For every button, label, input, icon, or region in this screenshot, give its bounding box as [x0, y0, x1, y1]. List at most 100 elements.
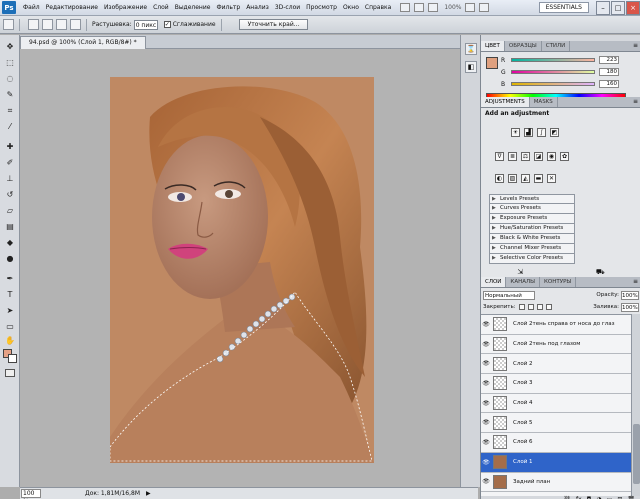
menu-image[interactable]: Изображение — [101, 0, 150, 16]
fill-input[interactable]: 100% — [621, 302, 639, 312]
close-button[interactable]: × — [626, 0, 640, 15]
layer-row[interactable]: 👁 Задний план — [481, 473, 631, 493]
subtract-selection-icon[interactable] — [56, 19, 67, 30]
smoothing-checkbox[interactable]: ✓ — [163, 21, 171, 28]
color-foreground-swatch[interactable] — [486, 57, 498, 69]
lock-all-icon[interactable] — [545, 304, 552, 310]
green-slider[interactable] — [511, 70, 595, 74]
preset-selective-color[interactable]: ▶ Selective Color Presets — [489, 254, 575, 264]
bridge-icon[interactable] — [400, 3, 411, 12]
preset-hue-saturation[interactable]: ▶ Hue/Saturation Presets — [489, 224, 575, 234]
gradient-map-icon[interactable]: ▬ — [534, 174, 543, 183]
layers-scrollbar-thumb[interactable] — [633, 424, 640, 484]
tab-adjustments[interactable]: ADJUSTMENTS — [481, 97, 530, 107]
opacity-input[interactable]: 100% — [621, 290, 639, 300]
preset-levels[interactable]: ▶ Levels Presets — [489, 194, 575, 204]
arrange-documents-icon[interactable] — [465, 3, 476, 12]
clip-icon[interactable]: ⇲ — [517, 268, 523, 277]
curves-icon[interactable]: ∫ — [537, 128, 546, 137]
menu-window[interactable]: Окно — [340, 0, 362, 16]
layer-row[interactable]: 👁 Слой 5 — [481, 413, 631, 434]
eye-icon[interactable]: 👁 — [481, 459, 491, 466]
green-value-input[interactable]: 180 — [599, 68, 619, 76]
hue-saturation-icon[interactable]: ≣ — [508, 152, 517, 161]
panel-menu-icon[interactable]: ≡ — [633, 278, 638, 285]
tab-color[interactable]: ЦВЕТ — [481, 41, 505, 51]
menu-view[interactable]: Просмотр — [303, 0, 340, 16]
hand-tool-icon[interactable]: ✋ — [4, 335, 16, 347]
essentials-button[interactable]: ESSENTIALS — [538, 2, 589, 13]
crop-tool-icon[interactable]: ⌗ — [4, 105, 16, 117]
tab-swatches[interactable]: ОБРАЗЦЫ — [505, 41, 542, 51]
layer-row[interactable]: 👁 Слой 2 — [481, 354, 631, 375]
levels-icon[interactable]: ▟ — [524, 128, 533, 137]
lock-pixels-icon[interactable] — [527, 304, 534, 310]
menu-help[interactable]: Справка — [362, 0, 394, 16]
navigator-panel-icon[interactable]: ◧ — [465, 61, 477, 73]
layer-row[interactable]: 👁 Слой 2тень справа от носа до глаз — [481, 315, 631, 335]
red-value-input[interactable]: 223 — [599, 56, 619, 64]
clone-stamp-tool-icon[interactable]: ⊥ — [4, 173, 16, 185]
eyedropper-tool-icon[interactable]: ⁄ — [4, 121, 16, 133]
tab-masks[interactable]: MASKS — [530, 97, 558, 107]
layer-row-selected[interactable]: 👁 Слой 1 — [481, 452, 631, 473]
panel-menu-icon[interactable]: ≡ — [633, 42, 638, 49]
menu-layer[interactable]: Слой — [150, 0, 172, 16]
preset-channel-mixer[interactable]: ▶ Channel Mixer Presets — [489, 244, 575, 254]
red-slider[interactable] — [511, 58, 595, 62]
brush-tool-icon[interactable]: ✐ — [4, 157, 16, 169]
marquee-tool-icon[interactable]: ⬚ — [4, 57, 16, 69]
invert-icon[interactable]: ◐ — [495, 174, 504, 183]
intersect-selection-icon[interactable] — [70, 19, 81, 30]
history-brush-tool-icon[interactable]: ↺ — [4, 189, 16, 201]
menu-select[interactable]: Выделение — [172, 0, 214, 16]
threshold-icon[interactable]: ◭ — [521, 174, 530, 183]
menu-filter[interactable]: Фильтр — [213, 0, 243, 16]
preset-exposure[interactable]: ▶ Exposure Presets — [489, 214, 575, 224]
menu-edit[interactable]: Редактирование — [43, 0, 101, 16]
lasso-tool-icon[interactable]: ◌ — [4, 73, 16, 85]
healing-tool-icon[interactable]: ✚ — [4, 141, 16, 153]
tab-styles[interactable]: СТИЛИ — [542, 41, 571, 51]
panel-menu-icon[interactable]: ≡ — [633, 98, 638, 105]
channel-mixer-icon[interactable]: ✿ — [560, 152, 569, 161]
black-white-icon[interactable]: ◪ — [534, 152, 543, 161]
status-menu-arrow[interactable]: ▶ — [146, 490, 151, 497]
preset-curves[interactable]: ▶ Curves Presets — [489, 204, 575, 214]
menu-file[interactable]: Файл — [20, 0, 43, 16]
move-tool-icon[interactable]: ✥ — [4, 41, 16, 53]
quick-mask-icon[interactable] — [5, 369, 15, 377]
dodge-tool-icon[interactable]: ● — [4, 253, 16, 265]
pen-tool-icon[interactable]: ✒ — [4, 273, 16, 285]
shape-tool-icon[interactable]: ▭ — [4, 321, 16, 333]
color-balance-icon[interactable]: ⚖ — [521, 152, 530, 161]
portrait-artwork[interactable] — [110, 77, 374, 463]
blue-value-input[interactable]: 160 — [599, 80, 619, 88]
eye-icon[interactable]: 👁 — [481, 341, 491, 348]
layer-row[interactable]: 👁 Слой 4 — [481, 394, 631, 414]
layers-scrollbar[interactable] — [631, 314, 640, 496]
lock-position-icon[interactable] — [536, 304, 543, 310]
blend-mode-select[interactable]: Нормальный — [483, 290, 535, 300]
posterize-icon[interactable]: ▨ — [508, 174, 517, 183]
layer-row[interactable]: 👁 Слой 6 — [481, 433, 631, 453]
truck-icon[interactable]: ⛟ — [596, 268, 605, 277]
refine-edge-button[interactable]: Уточнить край... — [238, 19, 309, 30]
layer-row[interactable]: 👁 Слой 2тень под глазом — [481, 335, 631, 355]
brightness-contrast-icon[interactable]: ☀ — [511, 128, 520, 137]
zoom-level[interactable]: 100% — [444, 4, 461, 11]
eye-icon[interactable]: 👁 — [481, 419, 491, 426]
preset-black-white[interactable]: ▶ Black & White Presets — [489, 234, 575, 244]
eraser-tool-icon[interactable]: ▱ — [4, 205, 16, 217]
photo-filter-icon[interactable]: ◉ — [547, 152, 556, 161]
screen-mode-icon[interactable] — [479, 3, 490, 12]
maximize-button[interactable]: □ — [611, 0, 625, 15]
zoom-tool-icon[interactable] — [428, 3, 439, 12]
lock-transparency-icon[interactable] — [518, 304, 525, 310]
lasso-preset-icon[interactable] — [3, 19, 14, 30]
vibrance-icon[interactable]: ∇ — [495, 152, 504, 161]
menu-analysis[interactable]: Анализ — [243, 0, 272, 16]
selective-color-icon[interactable]: ✕ — [547, 174, 556, 183]
quick-select-tool-icon[interactable]: ✎ — [4, 89, 16, 101]
exposure-icon[interactable]: ◩ — [550, 128, 559, 137]
